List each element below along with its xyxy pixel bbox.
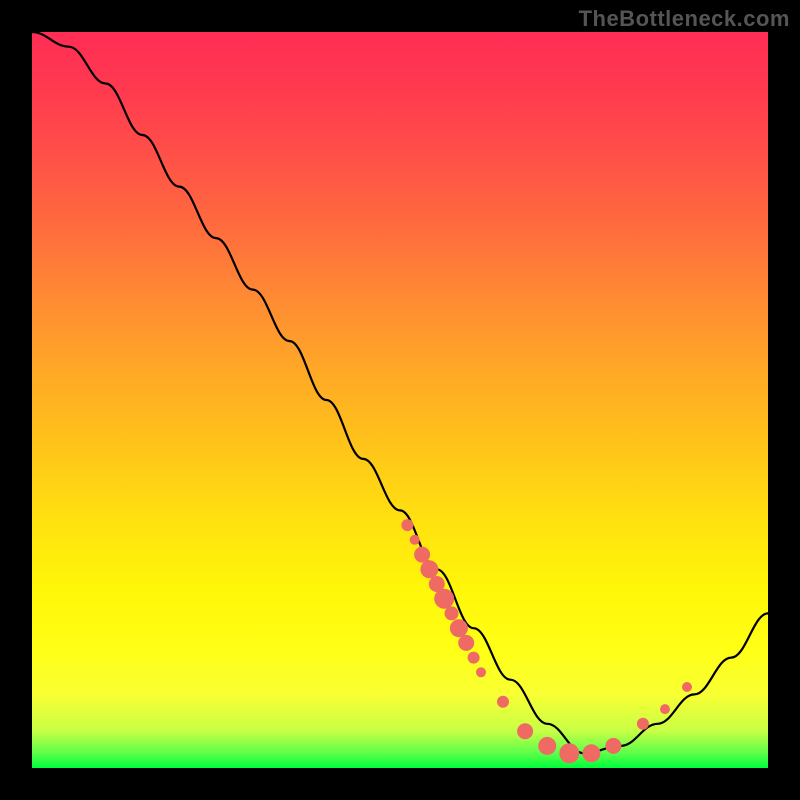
scatter-dot bbox=[660, 704, 670, 714]
scatter-dot bbox=[517, 723, 533, 739]
scatter-dot bbox=[538, 737, 556, 755]
scatter-dot bbox=[410, 535, 420, 545]
bottleneck-curve-line bbox=[32, 32, 768, 753]
scatter-dot bbox=[476, 667, 486, 677]
scatter-dot bbox=[637, 718, 649, 730]
scatter-dot bbox=[445, 606, 459, 620]
watermark-label: TheBottleneck.com bbox=[579, 6, 790, 32]
scatter-dot bbox=[401, 519, 413, 531]
scatter-dot bbox=[450, 619, 468, 637]
scatter-dot bbox=[497, 696, 509, 708]
scatter-dot bbox=[414, 547, 430, 563]
chart-container: TheBottleneck.com bbox=[0, 0, 800, 800]
plot-area bbox=[32, 32, 768, 768]
scatter-dot bbox=[468, 652, 480, 664]
scatter-dot bbox=[605, 738, 621, 754]
scatter-dot bbox=[582, 744, 600, 762]
scatter-dot bbox=[682, 682, 692, 692]
scatter-dot bbox=[434, 589, 454, 609]
scatter-dot bbox=[420, 560, 438, 578]
scatter-dot bbox=[458, 635, 474, 651]
curve-svg bbox=[32, 32, 768, 768]
scatter-dot bbox=[559, 743, 579, 763]
